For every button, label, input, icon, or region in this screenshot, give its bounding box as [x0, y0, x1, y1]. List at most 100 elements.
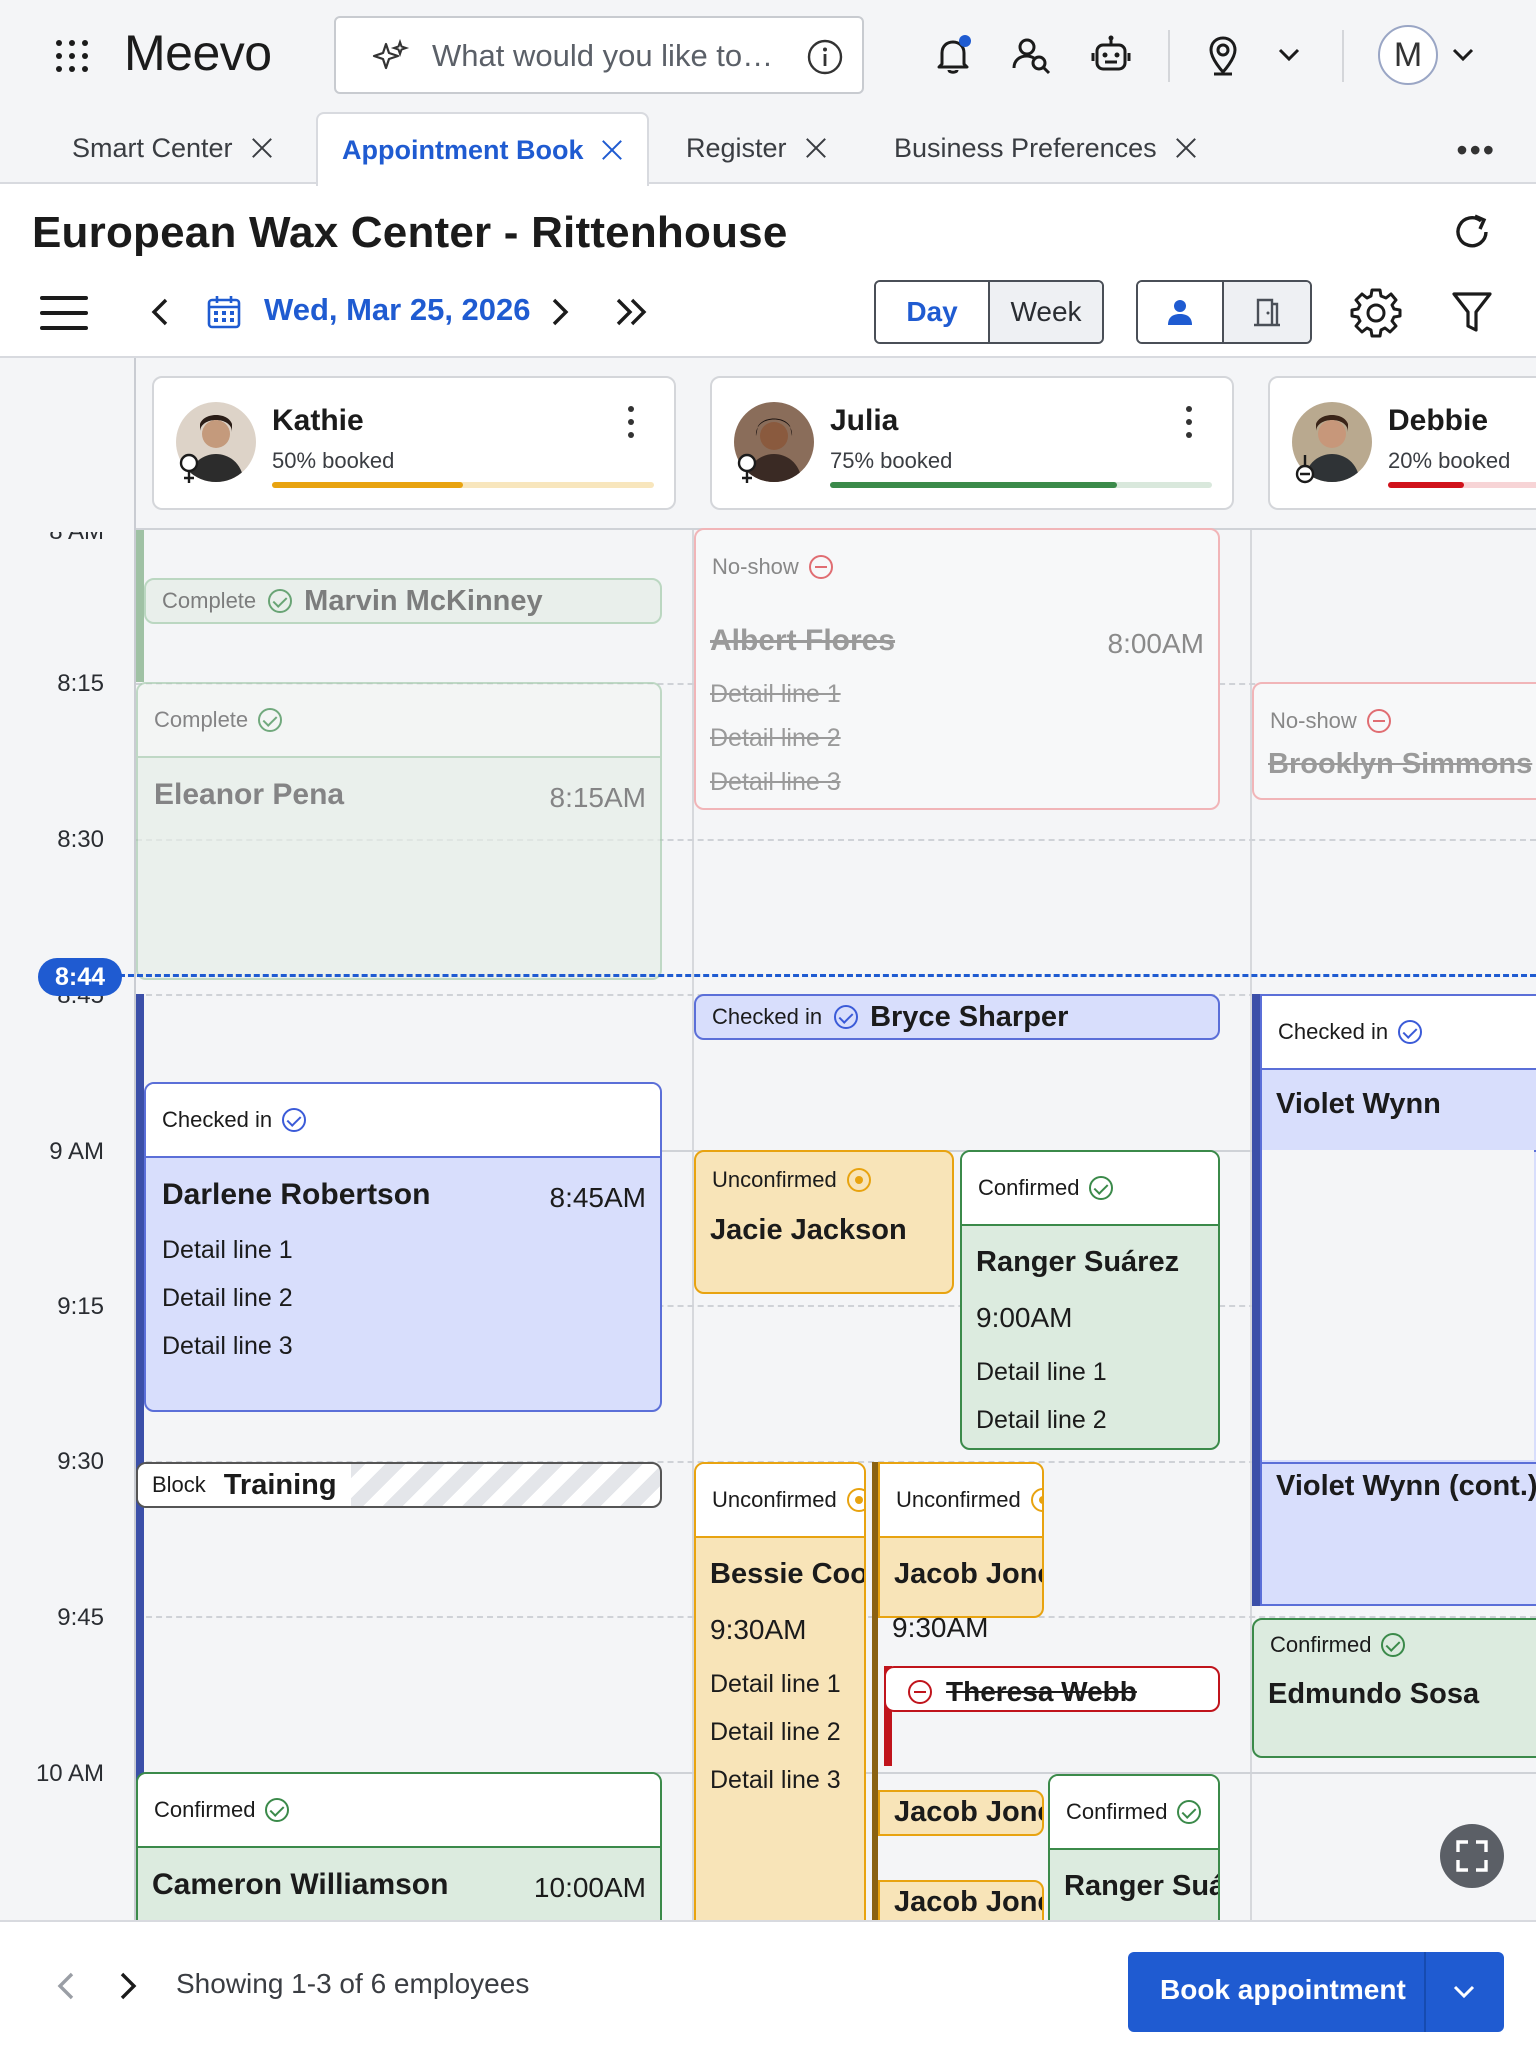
tab-appointment-book[interactable]: Appointment Book — [316, 112, 650, 186]
appointment-time: 8:45AM — [549, 1182, 647, 1213]
assistant-bot-icon[interactable] — [1088, 32, 1134, 78]
appointment-accent-bar — [136, 994, 144, 1812]
appointment-header: Confirmed — [1254, 1620, 1536, 1670]
tab-bar: Smart Center Appointment Book Register B… — [0, 112, 1536, 186]
tab-register[interactable]: Register — [662, 112, 851, 184]
chevron-down-icon[interactable] — [1266, 32, 1312, 78]
tab-business-preferences[interactable]: Business Preferences — [870, 112, 1221, 184]
close-icon[interactable] — [805, 137, 827, 159]
split-button-divider — [1424, 1952, 1426, 2032]
appointment-darlene-robertson[interactable]: Checked in Darlene Robertson 8:45AM Deta… — [144, 1082, 662, 1412]
resource-toggle — [1136, 280, 1312, 344]
appointment-status: Confirmed — [154, 1797, 256, 1822]
complete-check-icon — [258, 708, 283, 732]
appointment-header: Unconfirmed — [880, 1464, 1042, 1538]
more-options-icon[interactable] — [628, 406, 636, 445]
employee-header-debbie[interactable]: Debbie 20% booked — [1268, 376, 1536, 510]
close-icon[interactable] — [251, 137, 273, 159]
appointment-status: Confirmed — [978, 1175, 1080, 1200]
time-label: 8:30 — [57, 826, 104, 853]
pagination-status: Showing 1-3 of 6 employees — [176, 1968, 530, 1999]
appointment-jacie-jackson[interactable]: Unconfirmed Jacie Jackson — [694, 1150, 954, 1294]
appointment-header: Checked in — [146, 1084, 660, 1158]
app-launcher-icon[interactable] — [56, 40, 88, 72]
appointment-jacob-jones[interactable]: Unconfirmed Jacob Jones — [878, 1462, 1044, 1618]
appointment-header: Checked in Bryce Sharper — [696, 996, 1218, 1038]
employee-name: Debbie — [1388, 404, 1489, 437]
client-name: Ranger Suárez — [976, 1246, 1180, 1278]
calendar-icon[interactable] — [204, 292, 244, 332]
close-icon[interactable] — [1175, 137, 1197, 159]
appointment-bessie-cooper[interactable]: Unconfirmed Bessie Cooper 9:30AM Detail … — [694, 1462, 866, 1920]
booking-progress-bar — [272, 482, 654, 488]
book-appointment-button[interactable]: Book appointment — [1128, 1952, 1504, 2032]
employee-booked: 75% booked — [830, 448, 953, 473]
appointment-jacob-jones-3[interactable]: Jacob Jones — [878, 1880, 1044, 1920]
time-label: 9:45 — [57, 1604, 104, 1631]
appointment-time: 8:15AM — [549, 782, 647, 813]
time-label: 10 AM — [35, 1760, 104, 1787]
previous-page-icon[interactable] — [48, 1966, 84, 2006]
chevron-down-icon[interactable] — [1440, 32, 1486, 78]
block-tag: Block — [152, 1472, 206, 1497]
refresh-icon[interactable] — [1448, 208, 1496, 256]
employee-name: Julia — [830, 404, 899, 437]
appointment-jacob-jones-2[interactable]: Jacob Jones — [878, 1790, 1044, 1836]
detail-line: Detail line 3 — [710, 768, 841, 796]
booking-progress-fill — [1388, 482, 1465, 488]
employee-header-kathie[interactable]: Kathie 50% booked — [152, 376, 676, 510]
info-icon[interactable] — [806, 38, 844, 76]
appointment-edmundo-sosa[interactable]: Confirmed Edmundo Sosa — [1252, 1618, 1536, 1758]
appointment-albert-flores[interactable]: No-show Albert Flores 8:00AM Detail line… — [694, 528, 1220, 810]
client-name: Albert Flores — [710, 624, 896, 657]
client-name: Theresa Webb — [946, 1676, 1137, 1707]
appointment-divider — [1262, 1462, 1536, 1464]
room-view-button[interactable] — [1224, 282, 1310, 342]
appointment-time: 8:00AM — [1107, 628, 1205, 659]
day-view-button[interactable]: Day — [876, 282, 990, 342]
appointment-theresa-webb[interactable]: Theresa Webb — [884, 1666, 1220, 1712]
next-day-icon[interactable] — [542, 292, 578, 332]
next-page-icon[interactable] — [110, 1966, 146, 2006]
client-search-icon[interactable] — [1008, 32, 1054, 78]
user-avatar[interactable]: M — [1378, 25, 1438, 85]
person-icon — [1168, 300, 1192, 325]
current-date[interactable]: Wed, Mar 25, 2026 — [264, 292, 531, 328]
appointment-gap — [1262, 1150, 1534, 1460]
chevron-down-icon[interactable] — [1444, 1972, 1484, 2012]
appointment-ranger-suarez-2[interactable]: Confirmed Ranger Suárez — [1048, 1774, 1220, 1920]
search-input[interactable]: What would you like to… — [334, 16, 864, 94]
employee-booked: 20% booked — [1388, 448, 1511, 473]
jump-forward-icon[interactable] — [610, 292, 654, 332]
no-show-icon — [1366, 709, 1391, 733]
more-options-icon[interactable] — [1186, 406, 1194, 445]
menu-icon[interactable] — [40, 296, 88, 330]
more-tabs-icon[interactable]: ••• — [1456, 132, 1496, 169]
appointment-status: No-show — [1270, 708, 1357, 733]
tab-smart-center[interactable]: Smart Center — [48, 112, 297, 184]
appointment-cameron-williamson[interactable]: Confirmed Cameron Williamson 10:00AM — [136, 1772, 662, 1920]
previous-day-icon[interactable] — [142, 292, 178, 332]
top-bar: Meevo What would you like to… M — [0, 0, 1536, 112]
appointment-brooklyn-simmons[interactable]: No-show Brooklyn Simmons — [1252, 682, 1536, 800]
appointment-header: No-show — [1254, 684, 1536, 758]
week-view-button[interactable]: Week — [990, 282, 1102, 342]
fullscreen-button[interactable] — [1440, 1824, 1504, 1888]
block-training[interactable]: Block Training — [136, 1462, 662, 1508]
client-name: Violet Wynn — [1276, 1088, 1441, 1120]
appointment-ranger-suarez[interactable]: Confirmed Ranger Suárez 9:00AM Detail li… — [960, 1150, 1220, 1450]
search-placeholder: What would you like to… — [432, 38, 774, 73]
filter-icon[interactable] — [1450, 288, 1494, 336]
location-pin-icon[interactable] — [1200, 32, 1246, 78]
close-icon[interactable] — [601, 139, 623, 161]
notification-bell-icon[interactable] — [930, 32, 976, 78]
expand-icon — [1456, 1840, 1488, 1872]
appointment-eleanor-pena[interactable]: Complete Eleanor Pena 8:15AM — [136, 682, 662, 980]
sparkle-icon — [372, 38, 410, 70]
employee-header-julia[interactable]: Julia 75% booked — [710, 376, 1234, 510]
employee-view-button[interactable] — [1138, 282, 1224, 342]
settings-gear-icon[interactable] — [1350, 286, 1402, 338]
appointment-marvin-mckinney[interactable]: Complete Marvin McKinney — [144, 578, 662, 624]
client-name-continued: Violet Wynn (cont.) — [1276, 1470, 1536, 1502]
appointment-bryce-sharper[interactable]: Checked in Bryce Sharper — [694, 994, 1220, 1040]
